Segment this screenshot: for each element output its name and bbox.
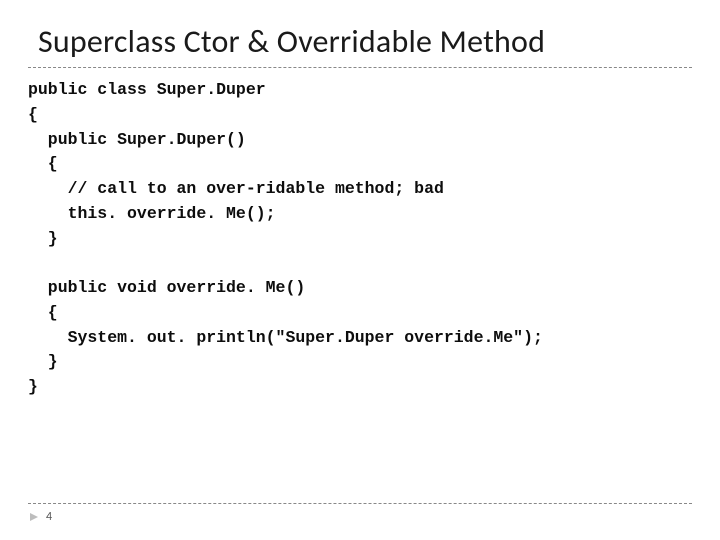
footer-divider [28, 503, 692, 504]
bullet-icon [28, 511, 40, 523]
code-block: public class Super.Duper { public Super.… [0, 68, 720, 400]
page-number: 4 [46, 510, 52, 524]
footer: 4 [28, 503, 692, 524]
page-title: Superclass Ctor & Overridable Method [0, 0, 720, 67]
footer-row: 4 [28, 510, 692, 524]
